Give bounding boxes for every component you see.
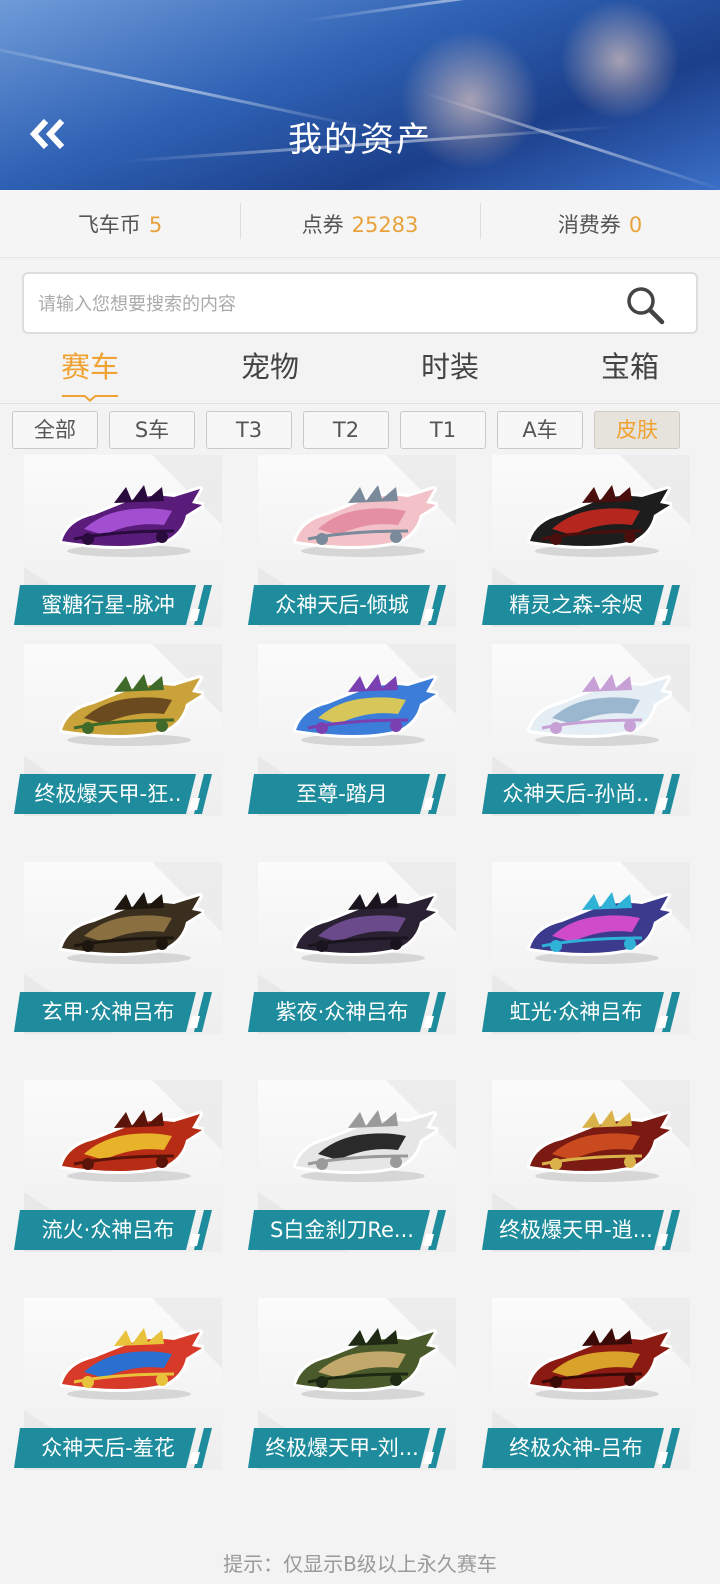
card-label-ribbon: 终极爆天甲-逍... [482,1210,692,1250]
tab-label: 时装 [420,350,479,384]
search-input[interactable] [38,286,598,322]
car-image [59,674,204,746]
card-label-ribbon: 蜜糖行星-脉冲 [14,585,224,625]
tab-racecar[interactable]: 赛车 [0,340,180,404]
car-name: 众神天后-羞花 [41,1436,175,1460]
car-image [527,1110,672,1182]
car-name: 精灵之森-余烬 [509,593,643,617]
car-name: 玄甲·众神吕布 [41,1000,175,1024]
car-card[interactable]: 紫夜·众神吕布 [248,862,458,1040]
card-label-ribbon: S白金刹刀Re... [248,1210,458,1250]
car-card[interactable]: 流火·众神吕布 [14,1080,224,1258]
car-name: 众神天后-孙尚.. [502,782,650,806]
balance-label: 飞车币 [77,212,141,237]
category-tabs: 赛车 宠物 时装 宝箱 [0,340,720,404]
car-image [527,485,672,557]
car-name: 流火·众神吕布 [41,1218,175,1242]
card-label-ribbon: 虹光·众神吕布 [482,992,692,1032]
card-label-ribbon: 众神天后-孙尚.. [482,774,692,814]
car-card[interactable]: 终极爆天甲-逍... [482,1080,692,1258]
card-label-ribbon: 终极众神-吕布 [482,1428,692,1468]
filter-t3[interactable]: T3 [206,411,292,449]
filter-t1[interactable]: T1 [400,411,486,449]
car-card[interactable]: S白金刹刀Re... [248,1080,458,1258]
filter-a-car[interactable]: A车 [497,411,583,449]
car-name: S白金刹刀Re... [270,1218,414,1242]
tab-label: 宝箱 [600,350,659,384]
card-label-ribbon: 紫夜·众神吕布 [248,992,458,1032]
tab-fashion[interactable]: 时装 [360,340,540,404]
car-name: 蜜糖行星-脉冲 [41,593,175,617]
card-label-ribbon: 至尊-踏月 [248,774,458,814]
car-name: 至尊-踏月 [296,782,388,806]
tab-chest[interactable]: 宝箱 [540,340,720,404]
balance-label: 消费券 [557,212,621,237]
divider [0,403,720,404]
tip-text: 提示：仅显示B级以上永久赛车 [223,1552,497,1576]
car-card[interactable]: 玄甲·众神吕布 [14,862,224,1040]
card-label-ribbon: 众神天后-倾城 [248,585,458,625]
car-image [293,674,438,746]
balance-points: 点券 25283 [240,202,480,239]
car-name: 终极爆天甲-逍... [499,1218,653,1242]
filter-skin[interactable]: 皮肤 [594,411,680,449]
tab-active-indicator [62,395,118,402]
car-card[interactable]: 终极爆天甲-刘... [248,1298,458,1476]
car-image [293,892,438,964]
car-card[interactable]: 终极爆天甲-狂.. [14,644,224,822]
filter-t2[interactable]: T2 [303,411,389,449]
car-name: 虹光·众神吕布 [509,1000,643,1024]
card-label-ribbon: 众神天后-羞花 [14,1428,224,1468]
search-icon[interactable] [624,284,666,326]
balance-vouchers: 消费券 0 [480,202,720,239]
balance-value: 25283 [351,212,419,237]
filter-all[interactable]: 全部 [12,411,98,449]
car-image [527,674,672,746]
card-label-ribbon: 终极爆天甲-狂.. [14,774,224,814]
car-card[interactable]: 精灵之森-余烬 [482,455,692,633]
car-name: 终极爆天甲-刘... [265,1436,419,1460]
car-image [59,485,204,557]
car-name: 紫夜·众神吕布 [275,1000,409,1024]
filter-bar: 全部 S车 T3 T2 T1 A车 皮肤 [12,411,712,449]
car-image [527,892,672,964]
car-name: 终极爆天甲-狂.. [34,782,182,806]
balance-label: 点券 [301,212,344,237]
balance-value: 5 [148,212,163,237]
car-card[interactable]: 众神天后-羞花 [14,1298,224,1476]
card-label-ribbon: 终极爆天甲-刘... [248,1428,458,1468]
header-banner: 我的资产 [0,0,720,190]
car-image [293,1110,438,1182]
card-label-ribbon: 流火·众神吕布 [14,1210,224,1250]
car-name: 众神天后-倾城 [275,593,409,617]
balance-value: 0 [628,212,643,237]
card-label-ribbon: 玄甲·众神吕布 [14,992,224,1032]
balance-bar: 飞车币 5 点券 25283 消费券 0 [0,190,720,258]
car-card[interactable]: 众神天后-孙尚.. [482,644,692,822]
tab-label: 赛车 [60,350,119,384]
tab-label: 宠物 [240,350,299,384]
tab-pet[interactable]: 宠物 [180,340,360,404]
car-card[interactable]: 至尊-踏月 [248,644,458,822]
car-card[interactable]: 蜜糖行星-脉冲 [14,455,224,633]
car-card[interactable]: 众神天后-倾城 [248,455,458,633]
filter-s-car[interactable]: S车 [109,411,195,449]
car-card[interactable]: 虹光·众神吕布 [482,862,692,1040]
car-image [527,1328,672,1400]
car-card[interactable]: 终极众神-吕布 [482,1298,692,1476]
car-image [59,892,204,964]
car-image [59,1328,204,1400]
balance-coins: 飞车币 5 [0,209,240,239]
car-image [59,1110,204,1182]
search-box [22,272,698,334]
car-name: 终极众神-吕布 [509,1436,643,1460]
page-title: 我的资产 [288,120,432,160]
card-label-ribbon: 精灵之森-余烬 [482,585,692,625]
car-image [293,1328,438,1400]
car-image [293,485,438,557]
